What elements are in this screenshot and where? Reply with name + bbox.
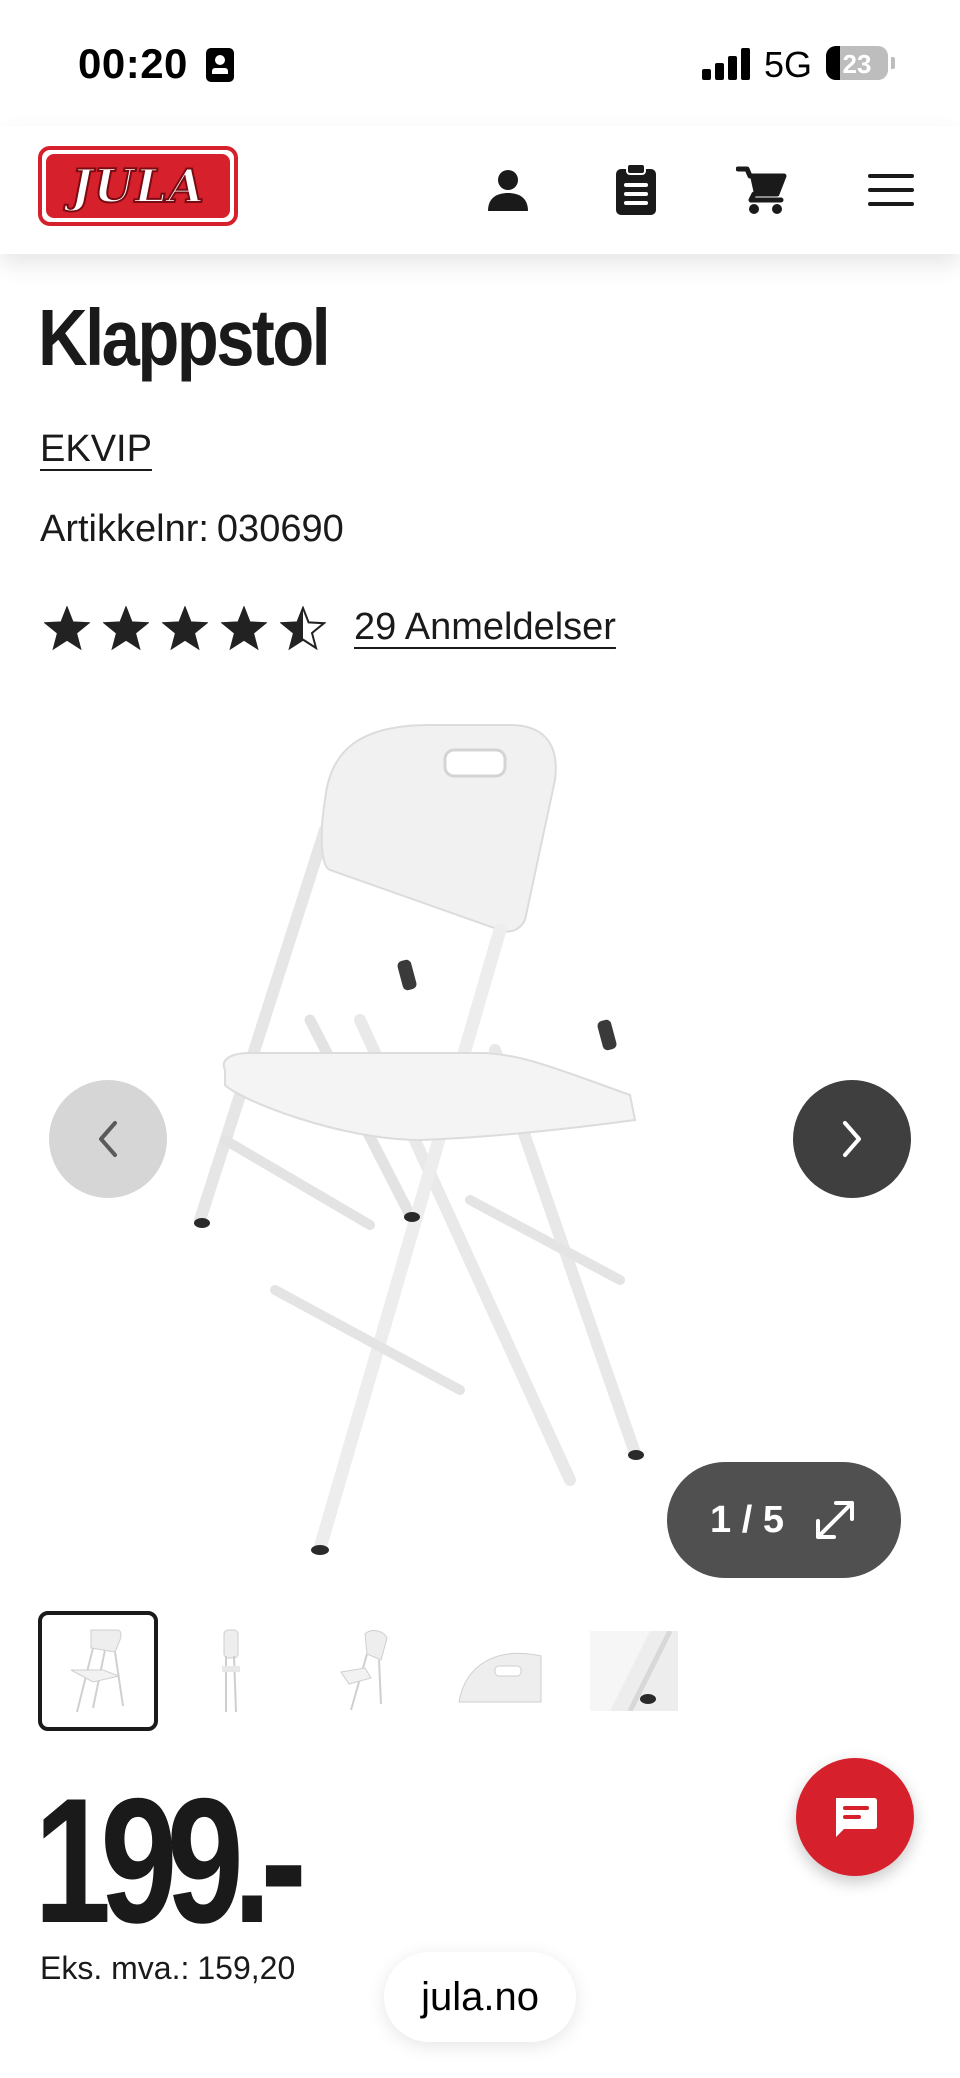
jula-logo[interactable]: JULA	[38, 146, 238, 226]
star-icon	[221, 606, 267, 651]
browser-url-bar[interactable]: jula.no	[384, 1952, 576, 2042]
battery-tip	[891, 57, 895, 69]
product-image[interactable]	[180, 720, 780, 1560]
thumbnail-2[interactable]	[172, 1611, 292, 1731]
star-icon	[162, 606, 208, 651]
image-gallery: 1 / 5	[0, 700, 960, 1600]
star-icon	[103, 606, 149, 651]
thumbnail-backrest-detail	[458, 1652, 542, 1703]
shopping-list-button[interactable]	[604, 158, 668, 222]
url-text: jula.no	[421, 1974, 539, 2019]
thumbnail-seat-detail	[590, 1631, 678, 1711]
menu-icon	[868, 174, 914, 206]
brand-link[interactable]: EKVIP	[40, 428, 152, 471]
article-value: 030690	[216, 508, 344, 550]
thumbnail-chair-angle	[340, 1630, 388, 1711]
user-icon	[488, 170, 528, 211]
vat-label: Eks. mva.:	[40, 1950, 190, 1986]
product-price: 199.-	[34, 1761, 307, 1960]
clipboard-icon	[616, 163, 656, 215]
cart-icon	[736, 166, 787, 214]
chat-icon	[836, 1798, 877, 1837]
star-icon	[44, 606, 90, 651]
chevron-right-icon	[843, 1121, 861, 1157]
battery-icon: 23	[826, 46, 888, 80]
account-button[interactable]	[476, 158, 540, 222]
status-bar: 00:20 5G 23	[0, 0, 960, 126]
thumbnail-5[interactable]	[574, 1611, 694, 1731]
contact-badge-icon	[206, 48, 234, 82]
thumbnail-strip	[38, 1611, 708, 1731]
product-title: Klappstol	[38, 293, 331, 382]
vat-value: 159,20	[197, 1950, 296, 1986]
battery-percent: 23	[842, 49, 872, 79]
chevron-left-icon	[99, 1121, 117, 1157]
status-time: 00:20	[78, 40, 188, 87]
fullscreen-button[interactable]: 1 / 5	[667, 1462, 901, 1578]
site-header: JULA	[0, 126, 960, 254]
thumbnail-chair-folded	[222, 1629, 240, 1713]
chat-button[interactable]	[796, 1758, 914, 1876]
network-label: 5G	[764, 44, 813, 85]
cart-button[interactable]	[730, 158, 794, 222]
thumbnail-1[interactable]	[38, 1611, 158, 1731]
menu-button[interactable]	[859, 158, 923, 222]
expand-icon	[815, 1501, 854, 1539]
article-number: Artikkelnr: 030690	[40, 508, 344, 551]
star-rating[interactable]	[44, 604, 339, 654]
signal-icon	[702, 48, 750, 80]
previous-image-button[interactable]	[49, 1080, 167, 1198]
thumbnail-4[interactable]	[440, 1611, 560, 1731]
thumbnail-chair-front	[70, 1629, 124, 1713]
price-ex-vat: Eks. mva.: 159,20	[40, 1950, 295, 1987]
next-image-button[interactable]	[793, 1080, 911, 1198]
star-icon	[280, 606, 326, 651]
reviews-link[interactable]: 29 Anmeldelser	[354, 606, 616, 649]
article-label: Artikkelnr:	[40, 508, 209, 550]
image-counter: 1 / 5	[710, 1498, 784, 1541]
logo-text: JULA	[70, 158, 205, 214]
thumbnail-3[interactable]	[306, 1611, 426, 1731]
